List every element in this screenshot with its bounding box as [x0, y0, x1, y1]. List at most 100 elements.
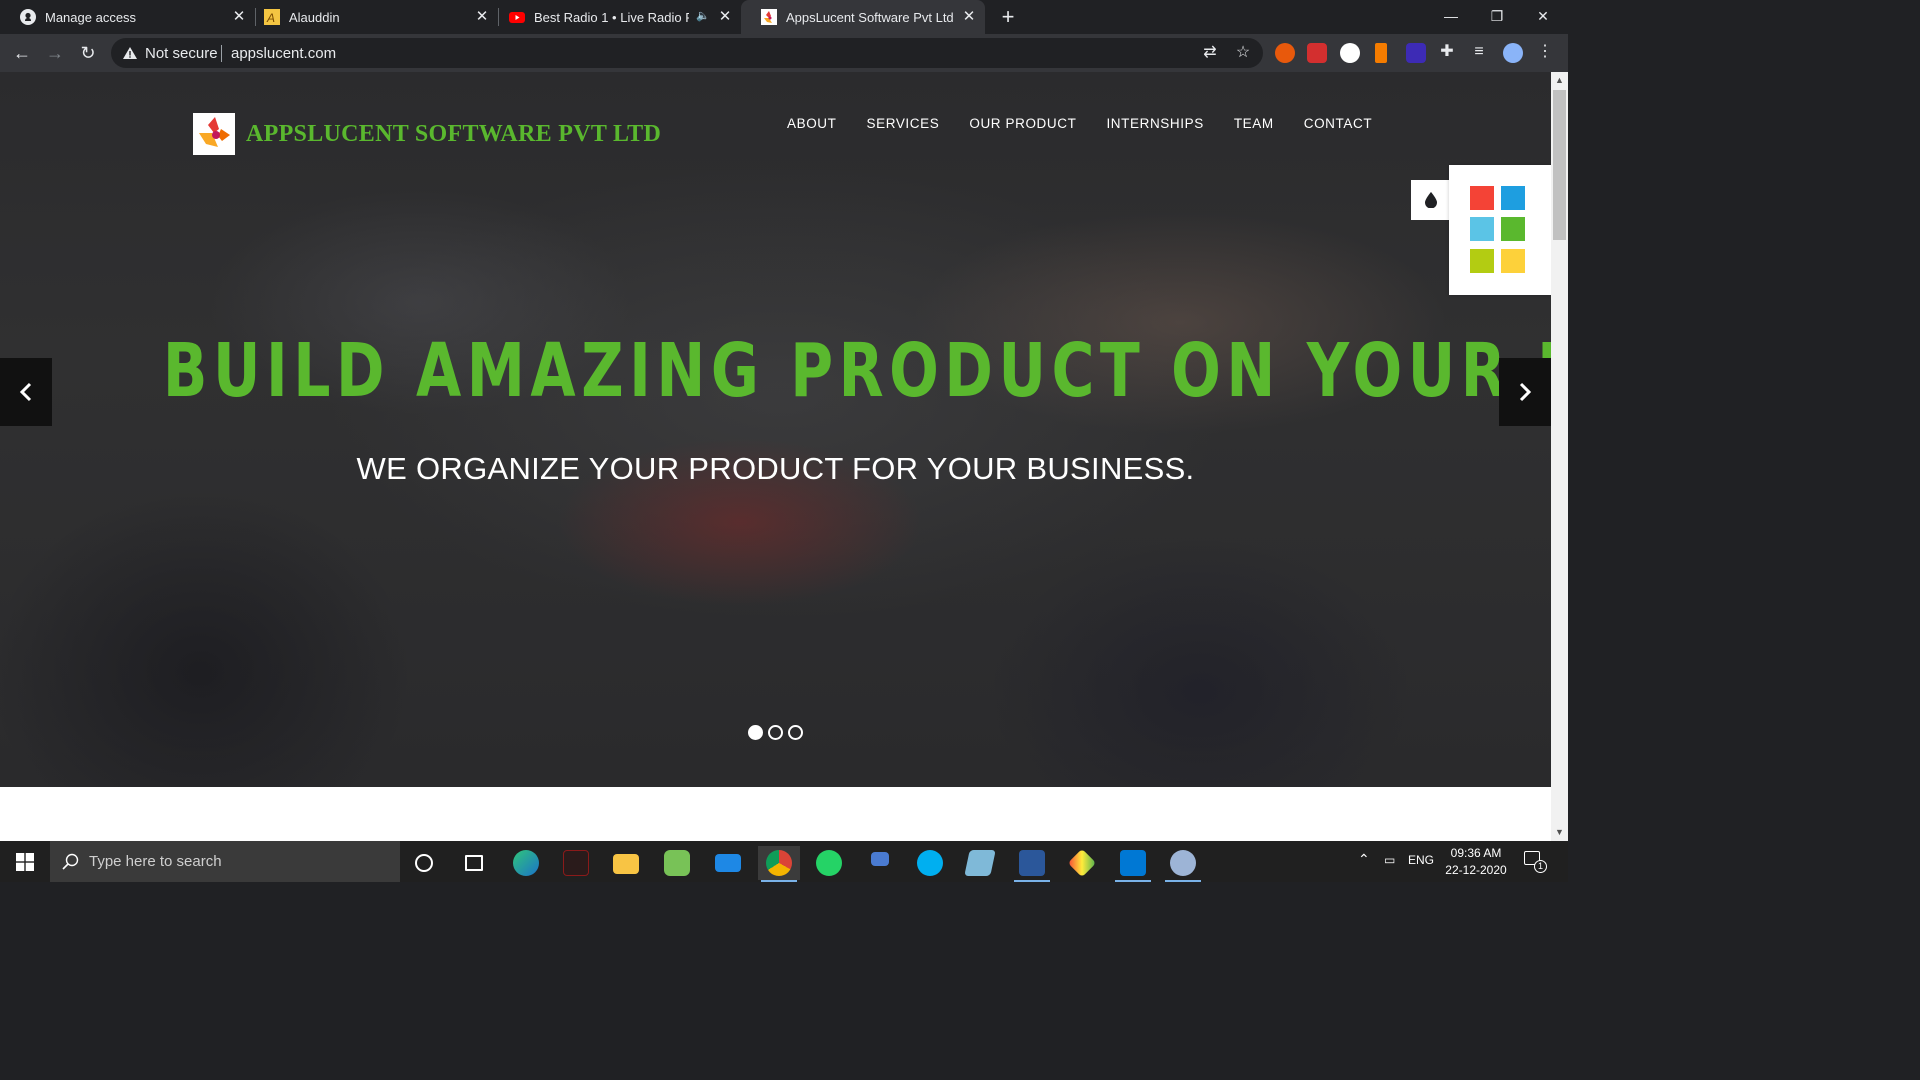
scroll-thumb[interactable] — [1553, 90, 1566, 240]
task-view-icon[interactable] — [453, 846, 495, 880]
windows-taskbar: Type here to search ⌃ ▭ ENG 09:36 AM 22-… — [0, 841, 1568, 882]
brand[interactable]: APPSLUCENT SOFTWARE PVT LTD — [193, 113, 661, 155]
restore-icon[interactable]: ❐ — [1474, 0, 1520, 32]
warning-icon[interactable] — [122, 45, 138, 61]
tab-close-icon[interactable]: ✕ — [717, 9, 733, 25]
tray-language[interactable]: ENG — [1408, 853, 1434, 867]
windows-logo-icon — [16, 853, 34, 871]
chrome-icon[interactable] — [758, 846, 800, 882]
tab-title: AppsLucent Software Pvt Ltd — [786, 9, 954, 25]
carousel-dot-1[interactable] — [748, 725, 763, 740]
whatsapp-icon[interactable] — [808, 846, 850, 880]
address-bar[interactable]: Not secure appslucent.com ⇄ ☆ — [111, 38, 1263, 68]
nav-link-our-product[interactable]: OUR PRODUCT — [969, 116, 1076, 131]
reload-icon[interactable]: ↻ — [76, 41, 100, 65]
tab-best-radio[interactable]: Best Radio 1 • Live Radio Pop 🔈 ✕ — [489, 0, 741, 34]
color-drop-icon — [1425, 192, 1437, 208]
brand-name: APPSLUCENT SOFTWARE PVT LTD — [246, 120, 662, 147]
hero-headline: BUILD AMAZING PRODUCT ON YOUR IDEA — [162, 328, 1551, 414]
menu-kebab-icon[interactable]: ⋮ — [1536, 43, 1554, 61]
clock-time: 09:36 AM — [1450, 846, 1502, 860]
tray-clock[interactable]: 09:36 AM 22-12-2020 — [1438, 845, 1514, 879]
taskbar-search[interactable]: Type here to search — [50, 841, 400, 882]
extension-grammar-icon[interactable] — [1340, 43, 1360, 63]
word-icon[interactable] — [1011, 846, 1053, 882]
color-swatch-blue[interactable] — [1501, 186, 1525, 210]
notification-center-icon[interactable]: 1 — [1524, 851, 1547, 873]
media-queue-icon[interactable]: ≡ — [1470, 43, 1488, 61]
color-swatch-lime[interactable] — [1470, 249, 1494, 273]
security-label[interactable]: Not secure — [145, 45, 218, 62]
tab-title: Best Radio 1 • Live Radio Pop — [534, 9, 689, 25]
scroll-up-icon[interactable]: ▲ — [1551, 72, 1568, 89]
carousel-prev-button[interactable] — [0, 358, 52, 426]
tab-manage-access[interactable]: Manage access ✕ — [0, 0, 255, 34]
carousel-dot-3[interactable] — [788, 725, 803, 740]
color-swatch-light-blue[interactable] — [1470, 217, 1494, 241]
back-icon[interactable]: ← — [10, 41, 34, 65]
mail-icon[interactable] — [707, 846, 749, 880]
extension-fire-icon[interactable] — [1275, 43, 1295, 63]
extension-badge-icon[interactable] — [1406, 43, 1426, 63]
new-tab-icon[interactable]: + — [997, 6, 1019, 28]
carousel-indicators — [748, 725, 808, 740]
tab-appslucent[interactable]: AppsLucent Software Pvt Ltd ✕ — [741, 0, 985, 34]
notification-count: 1 — [1534, 860, 1547, 873]
tab-close-icon[interactable]: ✕ — [474, 9, 490, 25]
color-swatch-yellow[interactable] — [1501, 249, 1525, 273]
skype-icon[interactable] — [909, 846, 951, 880]
nav-link-internships[interactable]: INTERNSHIPS — [1106, 116, 1203, 131]
page-scrollbar[interactable]: ▲ ▼ — [1551, 72, 1568, 841]
vscode-icon[interactable] — [1112, 846, 1154, 882]
notes-icon[interactable] — [959, 846, 1001, 880]
tab-alauddin[interactable]: A Alauddin ✕ — [244, 0, 498, 34]
network-icon[interactable] — [859, 846, 901, 880]
forward-icon[interactable]: → — [43, 41, 67, 65]
letter-a-icon: A — [264, 9, 280, 25]
nav-link-team[interactable]: TEAM — [1234, 116, 1274, 131]
cortana-icon[interactable] — [403, 846, 445, 880]
carousel-next-button[interactable] — [1499, 358, 1551, 426]
close-window-icon[interactable]: ✕ — [1520, 0, 1566, 32]
file-explorer-icon[interactable] — [605, 846, 647, 880]
color-swatch-red[interactable] — [1470, 186, 1494, 210]
appslucent-logo-icon — [193, 113, 235, 155]
tab-strip: Manage access ✕ A Alauddin ✕ Best Radio … — [0, 0, 1568, 34]
browser-toolbar: ← → ↻ Not secure appslucent.com ⇄ ☆ ✚ ≡ … — [0, 34, 1568, 72]
carousel-dot-2[interactable] — [768, 725, 783, 740]
android-studio-icon[interactable] — [656, 846, 698, 880]
extension-hand-icon[interactable] — [1307, 43, 1327, 63]
tab-close-icon[interactable]: ✕ — [961, 9, 977, 25]
url-text[interactable]: appslucent.com — [231, 45, 336, 62]
extension-bookmark-icon[interactable] — [1375, 43, 1387, 63]
color-swatch-green[interactable] — [1501, 217, 1525, 241]
theme-switcher-toggle[interactable] — [1411, 180, 1451, 220]
nav-link-about[interactable]: ABOUT — [787, 116, 837, 131]
hero-subline: WE ORGANIZE YOUR PRODUCT FOR YOUR BUSINE… — [356, 451, 1195, 486]
tray-chevron-up-icon[interactable]: ⌃ — [1358, 851, 1370, 868]
omnibox-divider — [221, 45, 222, 62]
page-viewport: APPSLUCENT SOFTWARE PVT LTD ABOUT SERVIC… — [0, 72, 1551, 841]
nav-link-services[interactable]: SERVICES — [867, 116, 940, 131]
nav-link-contact[interactable]: CONTACT — [1304, 116, 1372, 131]
hero-carousel: APPSLUCENT SOFTWARE PVT LTD ABOUT SERVIC… — [0, 72, 1551, 787]
minimize-icon[interactable]: — — [1428, 0, 1474, 32]
main-nav: ABOUT SERVICES OUR PRODUCT INTERNSHIPS T… — [787, 116, 1402, 131]
settings-app-icon[interactable] — [1162, 846, 1204, 882]
clock-date: 22-12-2020 — [1445, 863, 1507, 877]
start-button[interactable] — [0, 841, 50, 882]
edge-icon[interactable] — [505, 846, 547, 880]
github-icon — [20, 9, 36, 25]
tray-device-icon[interactable]: ▭ — [1384, 853, 1395, 867]
profile-avatar[interactable] — [1503, 43, 1523, 63]
gitkraken-icon[interactable] — [1061, 846, 1103, 880]
search-icon — [62, 853, 79, 870]
predator-sense-icon[interactable] — [555, 846, 597, 880]
search-placeholder: Type here to search — [89, 853, 222, 870]
speaker-icon[interactable]: 🔈 — [696, 9, 710, 22]
translate-icon[interactable]: ⇄ — [1201, 44, 1219, 62]
chevron-left-icon — [19, 382, 32, 402]
bookmark-star-icon[interactable]: ☆ — [1234, 44, 1252, 62]
extensions-puzzle-icon[interactable]: ✚ — [1438, 43, 1456, 61]
scroll-down-icon[interactable]: ▼ — [1551, 824, 1568, 841]
